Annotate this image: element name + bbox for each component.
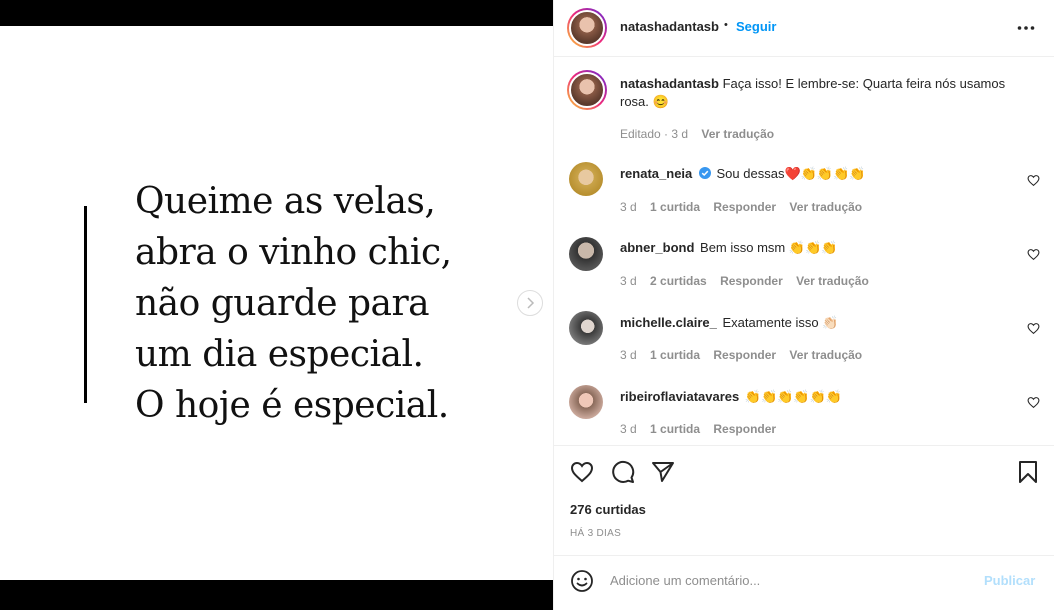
quote-line: Queime as velas, bbox=[135, 181, 436, 222]
post-header: natashadantasb • Seguir bbox=[554, 0, 1054, 56]
divider bbox=[554, 555, 1054, 556]
follow-button[interactable]: Seguir bbox=[736, 19, 776, 34]
comment-time: 3 d bbox=[620, 422, 637, 436]
caption-translate[interactable]: Ver tradução bbox=[701, 127, 774, 141]
commenter-avatar[interactable] bbox=[569, 311, 603, 345]
comment-meta: 3 d 1 curtida Responder bbox=[620, 422, 786, 436]
author-avatar[interactable] bbox=[567, 8, 607, 48]
comment-like-heart-icon[interactable] bbox=[1027, 396, 1040, 409]
chevron-right-icon bbox=[527, 297, 535, 309]
comment-body: abner_bond Bem isso msm 👏👏👏 bbox=[620, 240, 837, 256]
likes-count[interactable]: 276 curtidas bbox=[570, 502, 646, 517]
comment-time: 3 d bbox=[620, 200, 637, 214]
publish-button[interactable]: Publicar bbox=[984, 573, 1035, 588]
comment-text: Sou dessas❤️👏👏👏👏 bbox=[716, 166, 866, 181]
more-options-icon[interactable] bbox=[1017, 25, 1035, 31]
comment-text: Bem isso msm 👏👏👏 bbox=[700, 240, 838, 255]
comment-meta: 3 d 2 curtidas Responder Ver tradução bbox=[620, 274, 879, 288]
caption-edited: Editado · 3 d bbox=[620, 127, 689, 141]
post-date[interactable]: HÁ 3 DIAS bbox=[570, 528, 621, 539]
reply-button[interactable]: Responder bbox=[713, 348, 776, 362]
comment-meta: 3 d 1 curtida Responder Ver tradução bbox=[620, 200, 872, 214]
comment-input[interactable]: Adicione um comentário... bbox=[610, 573, 760, 588]
comment-translate[interactable]: Ver tradução bbox=[789, 348, 862, 362]
comment-like-heart-icon[interactable] bbox=[1027, 248, 1040, 261]
verified-badge-icon bbox=[698, 167, 711, 179]
comment-translate[interactable]: Ver tradução bbox=[789, 200, 862, 214]
author-username[interactable]: natashadantasb bbox=[620, 19, 719, 34]
commenter-avatar[interactable] bbox=[569, 162, 603, 196]
post-panel: natashadantasb • Seguir natashadantasb F… bbox=[553, 0, 1054, 610]
comment-body: michelle.claire_ Exatamente isso 👏🏻 bbox=[620, 315, 838, 331]
comment-bubble-icon[interactable] bbox=[611, 460, 635, 484]
comment-meta: 3 d 1 curtida Responder Ver tradução bbox=[620, 348, 872, 362]
comment-username[interactable]: michelle.claire_ bbox=[620, 315, 717, 330]
share-send-icon[interactable] bbox=[651, 460, 675, 484]
comment-username[interactable]: abner_bond bbox=[620, 240, 694, 255]
comment-username[interactable]: ribeiroflaviatavares bbox=[620, 389, 739, 404]
like-heart-icon[interactable] bbox=[569, 460, 595, 484]
divider bbox=[554, 56, 1054, 57]
comment-body: renata_neia Sou dessas❤️👏👏👏👏 bbox=[620, 166, 865, 182]
quote-text: Queime as velas, abra o vinho chic, não … bbox=[135, 176, 535, 431]
comment-like-heart-icon[interactable] bbox=[1027, 174, 1040, 187]
comment-time: 3 d bbox=[620, 348, 637, 362]
comment-likes[interactable]: 2 curtidas bbox=[650, 274, 707, 288]
caption-meta: Editado · 3 d Ver tradução bbox=[620, 127, 784, 141]
comment-likes[interactable]: 1 curtida bbox=[650, 348, 700, 362]
comment-likes[interactable]: 1 curtida bbox=[650, 200, 700, 214]
comment-text: 👏👏👏👏👏👏 bbox=[744, 389, 842, 404]
quote-line: abra o vinho chic, bbox=[135, 232, 452, 273]
caption-username[interactable]: natashadantasb bbox=[620, 76, 719, 91]
caption-avatar[interactable] bbox=[567, 70, 607, 110]
quote-line: O hoje é especial. bbox=[135, 385, 449, 426]
commenter-avatar[interactable] bbox=[569, 385, 603, 419]
reply-button[interactable]: Responder bbox=[713, 200, 776, 214]
post-media: Queime as velas, abra o vinho chic, não … bbox=[0, 0, 553, 610]
caption-text-block: natashadantasb Faça isso! E lembre-se: Q… bbox=[620, 75, 1030, 111]
comment-text: Exatamente isso 👏🏻 bbox=[722, 315, 839, 330]
quote-line: um dia especial. bbox=[135, 334, 424, 375]
quote-bar bbox=[84, 206, 87, 403]
comment-time: 3 d bbox=[620, 274, 637, 288]
comment-translate[interactable]: Ver tradução bbox=[796, 274, 869, 288]
quote-line: não guarde para bbox=[135, 283, 430, 324]
comment-username[interactable]: renata_neia bbox=[620, 166, 692, 181]
comment-like-heart-icon[interactable] bbox=[1027, 322, 1040, 335]
comment-body: ribeiroflaviatavares 👏👏👏👏👏👏 bbox=[620, 389, 842, 405]
next-slide-button[interactable] bbox=[517, 290, 543, 316]
comment-likes[interactable]: 1 curtida bbox=[650, 422, 700, 436]
reply-button[interactable]: Responder bbox=[720, 274, 783, 288]
bookmark-save-icon[interactable] bbox=[1017, 460, 1039, 484]
emoji-smile-icon[interactable] bbox=[570, 569, 594, 593]
commenter-avatar[interactable] bbox=[569, 237, 603, 271]
divider bbox=[554, 445, 1054, 446]
post-image[interactable]: Queime as velas, abra o vinho chic, não … bbox=[0, 26, 553, 580]
header-separator: • bbox=[724, 19, 728, 31]
reply-button[interactable]: Responder bbox=[713, 422, 776, 436]
